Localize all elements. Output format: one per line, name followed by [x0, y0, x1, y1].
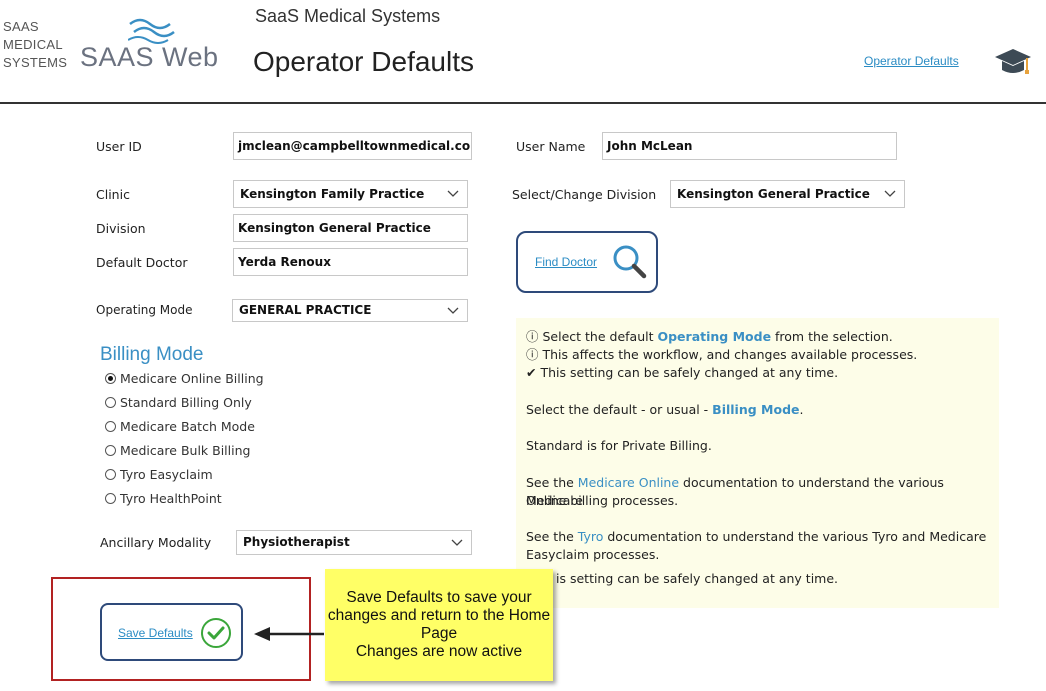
info-icon: ⓘ [526, 347, 539, 362]
billing-option-tyro-easyclaim[interactable]: Tyro Easyclaim [105, 465, 264, 483]
chevron-down-icon [451, 539, 463, 546]
clinic-label: Clinic [96, 187, 130, 202]
info-icon: ⓘ [526, 329, 539, 344]
division-select[interactable]: Kensington General Practice [670, 180, 905, 208]
user-id-label: User ID [96, 139, 142, 154]
clinic-select[interactable]: Kensington Family Practice [233, 180, 468, 208]
division-field[interactable]: Kensington General Practice [233, 214, 468, 242]
operating-mode-value: GENERAL PRACTICE [239, 303, 372, 317]
billing-mode-options: Medicare Online Billing Standard Billing… [105, 369, 264, 507]
save-defaults-button[interactable]: Save Defaults [100, 603, 243, 661]
radio-button[interactable] [105, 420, 116, 432]
operating-mode-select[interactable]: GENERAL PRACTICE [232, 299, 468, 322]
chevron-down-icon [884, 190, 896, 197]
ancillary-modality-select[interactable]: Physiotherapist [236, 530, 472, 555]
find-doctor-button[interactable]: Find Doctor [516, 231, 658, 293]
chevron-down-icon [447, 190, 459, 197]
clinic-select-value: Kensington Family Practice [240, 187, 425, 201]
help-line: ⓘ This affects the workflow, and changes… [526, 347, 918, 362]
billing-option-medicare-online[interactable]: Medicare Online Billing [105, 369, 264, 387]
header-divider [0, 102, 1046, 104]
radio-button[interactable] [105, 468, 116, 480]
select-division-label: Select/Change Division [512, 187, 657, 202]
user-name-field[interactable]: John McLean [602, 132, 897, 160]
logo-text: SAAS MEDICAL SYSTEMS [3, 19, 68, 70]
check-circle-icon: ✔ [526, 365, 537, 380]
billing-option-standard[interactable]: Standard Billing Only [105, 393, 264, 411]
help-line: is setting can be safely changed at any … [556, 571, 839, 586]
tooltip-callout: Save Defaults to save your changes and r… [325, 569, 553, 681]
billing-option-bulk[interactable]: Medicare Bulk Billing [105, 441, 264, 459]
default-doctor-field[interactable]: Yerda Renoux [233, 248, 468, 276]
user-id-field[interactable]: jmclean@campbelltownmedical.com.au [233, 132, 472, 160]
help-panel: ⓘ Select the default Operating Mode from… [516, 318, 999, 608]
division-select-value: Kensington General Practice [677, 187, 870, 201]
help-line: See the Tyro documentation to understand… [526, 529, 987, 544]
user-name-label: User Name [516, 139, 586, 154]
radio-button[interactable] [105, 444, 116, 456]
billing-option-batch[interactable]: Medicare Batch Mode [105, 417, 264, 435]
checkmark-icon [201, 618, 231, 648]
operator-defaults-link[interactable]: Operator Defaults [864, 54, 959, 68]
help-line: Online billing processes. [526, 493, 679, 508]
app-logo: SAAS MEDICAL SYSTEMS SAAS Web [0, 4, 220, 72]
operating-mode-label: Operating Mode [96, 303, 193, 317]
arrow-left-icon [254, 627, 324, 641]
find-doctor-label: Find Doctor [535, 255, 598, 269]
magnifier-icon [613, 245, 647, 279]
default-doctor-label: Default Doctor [96, 255, 188, 270]
help-line: Easyclaim processes. [526, 547, 660, 562]
wave-logo-icon [128, 18, 175, 44]
help-line: ✔ This setting can be safely changed at … [526, 365, 839, 380]
radio-button[interactable] [105, 492, 116, 504]
logo-product: SAAS Web [80, 42, 219, 72]
billing-option-tyro-healthpoint[interactable]: Tyro HealthPoint [105, 489, 264, 507]
page-title: Operator Defaults [253, 46, 474, 77]
help-line: Select the default - or usual - Billing … [526, 402, 804, 417]
save-defaults-label: Save Defaults [118, 626, 193, 640]
graduation-cap-icon[interactable] [993, 44, 1033, 80]
ancillary-modality-label: Ancillary Modality [100, 535, 212, 550]
help-line: ⓘ Select the default Operating Mode from… [526, 329, 893, 344]
billing-mode-title: Billing Mode [100, 344, 204, 365]
radio-button[interactable] [105, 396, 116, 408]
radio-button[interactable] [105, 372, 116, 384]
help-line: Standard is for Private Billing. [526, 438, 712, 453]
chevron-down-icon [447, 307, 459, 314]
company-name: SaaS Medical Systems [255, 6, 441, 26]
ancillary-modality-value: Physiotherapist [243, 535, 350, 549]
division-label: Division [96, 221, 146, 236]
